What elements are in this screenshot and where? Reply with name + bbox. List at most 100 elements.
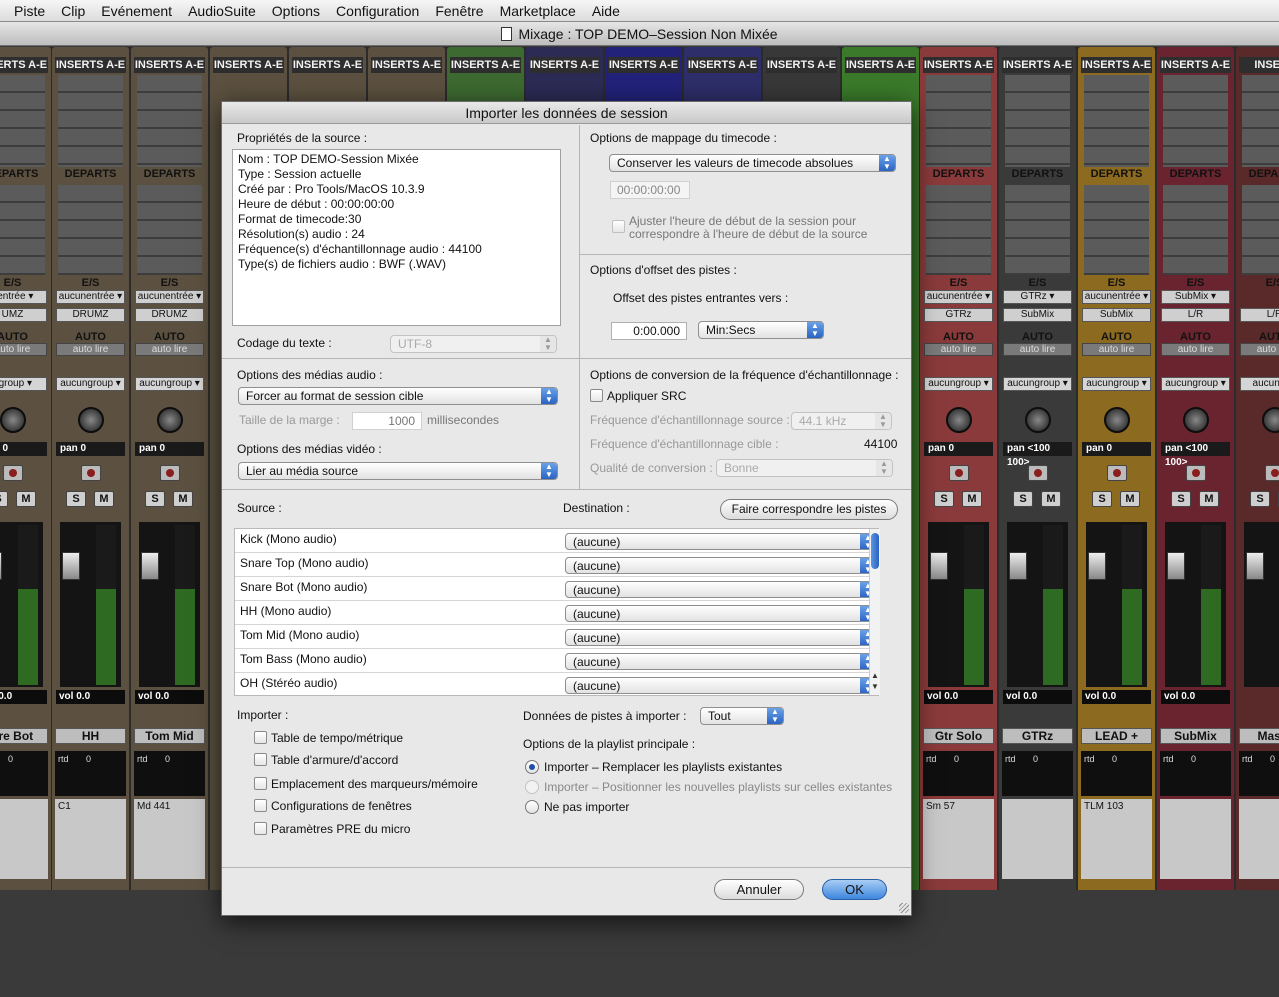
insert-slots[interactable] bbox=[926, 75, 991, 167]
record-button[interactable] bbox=[160, 465, 180, 481]
solo-button[interactable]: S bbox=[145, 491, 165, 507]
insert-slots[interactable] bbox=[1084, 75, 1149, 167]
record-button[interactable] bbox=[3, 465, 23, 481]
input-selector[interactable]: aucunentrée ▾ bbox=[1082, 290, 1151, 304]
insert-slots[interactable] bbox=[1005, 75, 1070, 167]
insert-slots[interactable] bbox=[58, 75, 123, 167]
playlist-overlay-radio[interactable] bbox=[525, 780, 539, 794]
input-selector[interactable]: SubMix ▾ bbox=[1161, 290, 1230, 304]
automation-mode-select[interactable]: auto lire bbox=[0, 343, 47, 356]
send-slots[interactable] bbox=[1163, 185, 1228, 275]
match-tracks-button[interactable]: Faire correspondre les pistes bbox=[720, 499, 898, 520]
destination-select[interactable]: (aucune) ▲ ▼ bbox=[565, 605, 877, 622]
destination-select[interactable]: (aucune) ▲ ▼ bbox=[565, 581, 877, 598]
pan-knob[interactable] bbox=[1183, 407, 1209, 433]
import-window-configs-checkbox[interactable] bbox=[254, 799, 267, 812]
insert-slots[interactable] bbox=[1163, 75, 1228, 167]
input-selector[interactable]: aucunentrée ▾ bbox=[924, 290, 993, 304]
volume-fader-cap[interactable] bbox=[1167, 552, 1185, 580]
adjust-start-checkbox[interactable] bbox=[612, 220, 625, 233]
volume-fader-cap[interactable] bbox=[1009, 552, 1027, 580]
output-selector[interactable]: GTRz bbox=[924, 308, 993, 322]
track-name[interactable]: Maste bbox=[1239, 728, 1279, 744]
output-selector[interactable]: UMZ bbox=[0, 308, 47, 322]
track-offset-field[interactable]: 0:00.000 bbox=[611, 322, 687, 340]
record-button[interactable] bbox=[949, 465, 969, 481]
group-selector[interactable]: aucungroup ▾ bbox=[1161, 377, 1230, 391]
scroll-down-icon[interactable]: ▼ bbox=[871, 682, 879, 691]
output-selector[interactable]: L/R bbox=[1161, 308, 1230, 322]
automation-mode-select[interactable]: auto lire bbox=[1161, 343, 1230, 356]
solo-button[interactable]: S bbox=[0, 491, 8, 507]
menu-clip[interactable]: Clip bbox=[53, 1, 93, 21]
table-scrollbar[interactable]: ▲ ▼ bbox=[869, 529, 880, 695]
mute-button[interactable]: M bbox=[962, 491, 982, 507]
mute-button[interactable]: M bbox=[1199, 491, 1219, 507]
insert-slots[interactable] bbox=[137, 75, 202, 167]
menu-fenetre[interactable]: Fenêtre bbox=[427, 1, 491, 21]
input-selector[interactable]: aucunentrée ▾ bbox=[56, 290, 125, 304]
output-selector[interactable]: DRUMZ bbox=[135, 308, 204, 322]
group-selector[interactable]: aucungr ▾ bbox=[1240, 377, 1279, 391]
output-selector[interactable]: DRUMZ bbox=[56, 308, 125, 322]
volume-fader-cap[interactable] bbox=[141, 552, 159, 580]
output-selector[interactable]: SubMix bbox=[1082, 308, 1151, 322]
track-data-select[interactable]: Tout ▲ ▼ bbox=[700, 707, 784, 725]
table-row[interactable]: HH (Mono audio) (aucune) ▲ ▼ bbox=[235, 601, 878, 625]
solo-button[interactable]: S bbox=[1092, 491, 1112, 507]
send-slots[interactable] bbox=[1084, 185, 1149, 275]
send-slots[interactable] bbox=[137, 185, 202, 275]
automation-mode-select[interactable]: auto lire bbox=[924, 343, 993, 356]
menu-piste[interactable]: Piste bbox=[6, 1, 53, 21]
group-selector[interactable]: aucungroup ▾ bbox=[56, 377, 125, 391]
output-selector[interactable]: L/R bbox=[1240, 308, 1279, 322]
menu-marketplace[interactable]: Marketplace bbox=[492, 1, 584, 21]
table-row[interactable]: Tom Bass (Mono audio) (aucune) ▲ ▼ bbox=[235, 649, 878, 673]
table-row[interactable]: Kick (Mono audio) (aucune) ▲ ▼ bbox=[235, 529, 878, 553]
track-comment[interactable] bbox=[0, 799, 48, 879]
input-selector[interactable]: aucunentrée ▾ bbox=[135, 290, 204, 304]
input-selector[interactable]: GTRz ▾ bbox=[1003, 290, 1072, 304]
mute-button[interactable]: M bbox=[1041, 491, 1061, 507]
track-name[interactable]: are Bot bbox=[0, 728, 48, 744]
destination-select[interactable]: (aucune) ▲ ▼ bbox=[565, 629, 877, 646]
record-button[interactable] bbox=[1028, 465, 1048, 481]
track-comment[interactable]: Md 441 bbox=[134, 799, 205, 879]
pan-knob[interactable] bbox=[78, 407, 104, 433]
track-comment[interactable]: C1 bbox=[55, 799, 126, 879]
timecode-value-field[interactable]: 00:00:00:00 bbox=[610, 181, 690, 199]
playlist-none-radio[interactable] bbox=[525, 800, 539, 814]
record-button[interactable] bbox=[1265, 465, 1279, 481]
group-selector[interactable]: aucungroup ▾ bbox=[924, 377, 993, 391]
destination-select[interactable]: (aucune) ▲ ▼ bbox=[565, 557, 877, 574]
automation-mode-select[interactable]: auto lire bbox=[1082, 343, 1151, 356]
mute-button[interactable]: M bbox=[16, 491, 36, 507]
track-offset-unit-select[interactable]: Min:Secs ▲ ▼ bbox=[698, 321, 824, 339]
pan-knob[interactable] bbox=[1104, 407, 1130, 433]
destination-select[interactable]: (aucune) ▲ ▼ bbox=[565, 533, 877, 550]
insert-slots[interactable] bbox=[1242, 75, 1279, 167]
timecode-mapping-select[interactable]: Conserver les valeurs de timecode absolu… bbox=[609, 154, 896, 172]
input-selector[interactable]: nentrée ▾ bbox=[0, 290, 47, 304]
track-comment[interactable] bbox=[1160, 799, 1231, 879]
handle-size-field[interactable]: 1000 bbox=[352, 412, 422, 430]
pan-knob[interactable] bbox=[1025, 407, 1051, 433]
record-button[interactable] bbox=[1107, 465, 1127, 481]
automation-mode-select[interactable]: auto lire bbox=[1003, 343, 1072, 356]
track-comment[interactable] bbox=[1239, 799, 1279, 879]
mute-button[interactable]: M bbox=[94, 491, 114, 507]
conversion-quality-select[interactable]: Bonne ▲ ▼ bbox=[716, 459, 893, 477]
track-name[interactable]: GTRz bbox=[1002, 728, 1073, 744]
import-key-checkbox[interactable] bbox=[254, 753, 267, 766]
track-name[interactable]: LEAD + bbox=[1081, 728, 1152, 744]
track-comment[interactable]: TLM 103 bbox=[1081, 799, 1152, 879]
solo-button[interactable]: S bbox=[66, 491, 86, 507]
import-mic-pre-checkbox[interactable] bbox=[254, 822, 267, 835]
audio-media-select[interactable]: Forcer au format de session cible ▲ ▼ bbox=[238, 387, 558, 405]
pan-knob[interactable] bbox=[1262, 407, 1279, 433]
track-name[interactable]: SubMix bbox=[1160, 728, 1231, 744]
menu-configuration[interactable]: Configuration bbox=[328, 1, 427, 21]
record-button[interactable] bbox=[1186, 465, 1206, 481]
track-comment[interactable] bbox=[1002, 799, 1073, 879]
track-name[interactable]: HH bbox=[55, 728, 126, 744]
